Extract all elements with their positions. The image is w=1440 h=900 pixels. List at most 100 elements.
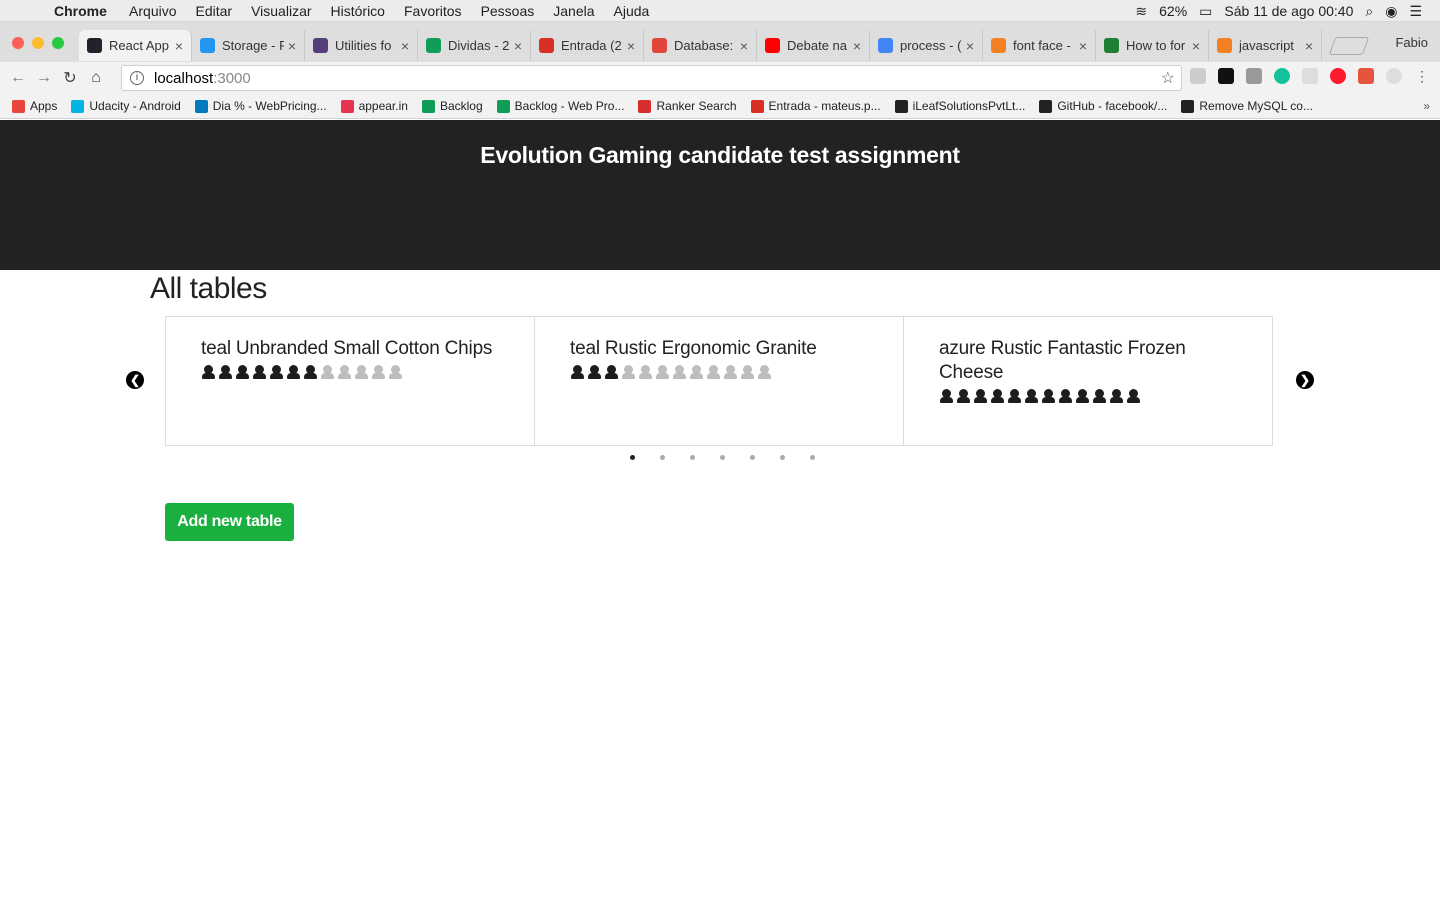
google-icon (878, 38, 893, 53)
close-tab-icon[interactable]: × (401, 38, 409, 54)
seat-occupied-icon (1126, 388, 1141, 404)
url-host: localhost (154, 69, 214, 87)
chrome-menu-icon[interactable]: ⋮ (1414, 68, 1430, 84)
browser-tab[interactable]: Storage - F × (192, 30, 305, 61)
add-new-table-button[interactable]: Add new table (165, 503, 294, 541)
wifi-icon[interactable]: ≋ (1135, 3, 1147, 20)
address-bar[interactable]: i localhost:3000 ☆ (121, 65, 1182, 91)
bookmark-item[interactable]: Backlog - Web Pro... (496, 99, 624, 113)
browser-tab[interactable]: javascript × (1209, 30, 1322, 61)
browser-tab[interactable]: Dividas - 2 × (418, 30, 531, 61)
browser-tab[interactable]: Database: × (644, 30, 757, 61)
extension-camera-icon[interactable] (1246, 68, 1262, 84)
status-area: ≋ 62% ▭ Sáb 11 de ago 00:40 ⌕ ◉ ☰ (1135, 0, 1422, 22)
sheets-icon (496, 99, 510, 113)
bookmark-item[interactable]: Remove MySQL co... (1181, 99, 1313, 113)
bookmark-item[interactable]: Udacity - Android (71, 99, 181, 113)
seat-free-icon (621, 364, 636, 380)
carousel-dot[interactable] (750, 455, 755, 460)
carousel-dot[interactable] (810, 455, 815, 460)
reload-icon[interactable]: ↻ (57, 68, 83, 88)
menu-item[interactable]: Pessoas (481, 3, 535, 19)
bookmark-item[interactable]: Backlog (421, 99, 483, 113)
bookmark-item[interactable]: appear.in (340, 99, 408, 113)
carousel-dot[interactable] (720, 455, 725, 460)
carousel-dot[interactable] (690, 455, 695, 460)
close-tab-icon[interactable]: × (1079, 38, 1087, 54)
close-tab-icon[interactable]: × (175, 38, 183, 54)
profile-button[interactable]: Fabio (1395, 35, 1428, 50)
carousel-dot[interactable] (780, 455, 785, 460)
udacity-icon (71, 99, 85, 113)
notification-center-icon[interactable]: ☰ (1409, 3, 1422, 20)
bookmark-item[interactable]: Entrada - mateus.p... (750, 99, 881, 113)
browser-tab[interactable]: process - (× (870, 30, 983, 61)
bookmark-item[interactable]: Apps (12, 99, 57, 113)
menu-item[interactable]: Histórico (331, 3, 385, 19)
spotlight-search-icon[interactable]: ⌕ (1365, 3, 1373, 20)
carousel-next-arrow-icon[interactable]: ❯ (1296, 371, 1314, 389)
carousel-dot[interactable] (630, 455, 635, 460)
minimize-window-button[interactable] (32, 37, 44, 49)
table-card[interactable]: azure Rustic Fantastic Frozen Cheese (903, 316, 1273, 446)
close-tab-icon[interactable]: × (1305, 38, 1313, 54)
bookmark-item[interactable]: Dia % - WebPricing... (194, 99, 327, 113)
browser-tab[interactable]: font face - × (983, 30, 1096, 61)
menu-app-name[interactable]: Chrome (54, 3, 107, 19)
forward-arrow-icon[interactable]: → (31, 69, 57, 87)
close-tab-icon[interactable]: × (627, 38, 635, 54)
apps-icon (12, 99, 25, 113)
browser-tab[interactable]: Entrada (2 × (531, 30, 644, 61)
table-card[interactable]: teal Rustic Ergonomic Granite (534, 316, 904, 446)
extension-opera-icon[interactable] (1330, 68, 1346, 84)
close-tab-icon[interactable]: × (1192, 38, 1200, 54)
new-tab-button[interactable] (1328, 37, 1370, 55)
table-card[interactable]: teal Unbranded Small Cotton Chips (165, 316, 535, 446)
site-info-icon[interactable]: i (130, 71, 144, 85)
battery-icon[interactable]: ▭ (1199, 3, 1212, 20)
clock[interactable]: Sáb 11 de ago 00:40 (1224, 3, 1353, 19)
home-icon[interactable]: ⌂ (83, 69, 109, 87)
bookmark-item[interactable]: Ranker Search (638, 99, 737, 113)
extension-json-icon[interactable] (1190, 68, 1206, 84)
bookmark-star-icon[interactable]: ☆ (1161, 68, 1175, 88)
close-window-button[interactable] (12, 37, 24, 49)
siri-icon[interactable]: ◉ (1385, 3, 1397, 20)
close-tab-icon[interactable]: × (288, 38, 296, 54)
seat-free-icon (388, 364, 403, 380)
menu-item[interactable]: Arquivo (129, 3, 176, 19)
bookmarks-overflow-icon[interactable]: » (1423, 99, 1430, 113)
extension-puzzle-icon[interactable] (1358, 68, 1374, 84)
menu-item[interactable]: Ajuda (614, 3, 650, 19)
menu-item[interactable]: Editar (196, 3, 233, 19)
seat-occupied-icon (939, 388, 954, 404)
menu-item[interactable]: Janela (553, 3, 594, 19)
seat-occupied-icon (1041, 388, 1056, 404)
browser-tab[interactable]: Utilities fo × (305, 30, 418, 61)
browser-tab-strip: React App × Storage - F × Utilities fo × Divid… (0, 22, 1440, 62)
close-tab-icon[interactable]: × (740, 38, 748, 54)
browser-tab[interactable]: Debate na × (757, 30, 870, 61)
close-tab-icon[interactable]: × (514, 38, 522, 54)
battery-percent[interactable]: 62% (1159, 3, 1187, 19)
seat-occupied-icon (956, 388, 971, 404)
browser-tab[interactable]: How to for × (1096, 30, 1209, 61)
extension-screen-icon[interactable] (1302, 68, 1318, 84)
bookmark-item[interactable]: GitHub - facebook/... (1039, 99, 1167, 113)
close-tab-icon[interactable]: × (853, 38, 861, 54)
extension-grammarly-icon[interactable] (1274, 68, 1290, 84)
bookmark-item[interactable]: iLeafSolutionsPvtLt... (894, 99, 1025, 113)
carousel-pagination (630, 455, 840, 460)
close-tab-icon[interactable]: × (966, 38, 974, 54)
seat-free-icon (354, 364, 369, 380)
browser-tab[interactable]: React App × (79, 30, 192, 61)
back-arrow-icon[interactable]: ← (5, 69, 31, 87)
menu-item[interactable]: Favoritos (404, 3, 462, 19)
menu-item[interactable]: Visualizar (251, 3, 311, 19)
carousel-prev-arrow-icon[interactable]: ❮ (126, 371, 144, 389)
extension-circle-icon[interactable] (1386, 68, 1402, 84)
carousel-dot[interactable] (660, 455, 665, 460)
tab-title: Utilities fo (335, 38, 392, 53)
zoom-window-button[interactable] (52, 37, 64, 49)
extension-rss-icon[interactable] (1218, 68, 1234, 84)
